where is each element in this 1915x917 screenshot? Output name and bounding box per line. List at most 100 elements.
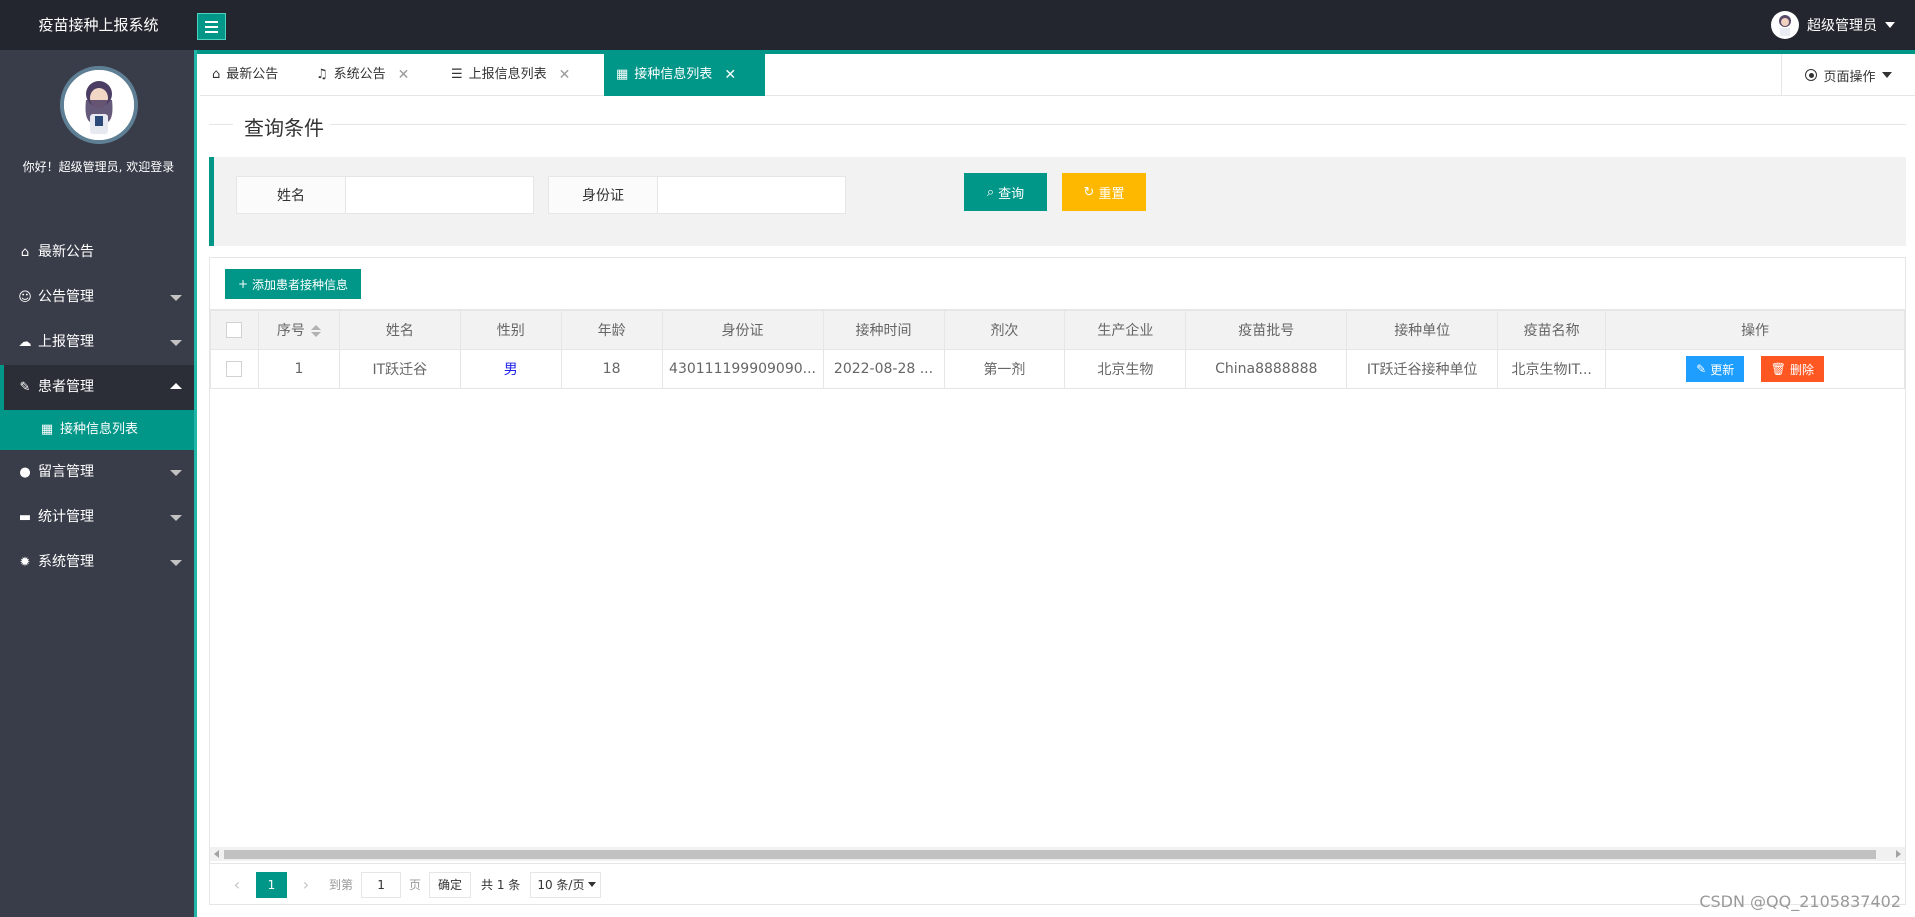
sidebar-item-label: 系统管理 — [38, 554, 94, 570]
home-icon: ⌂ — [212, 67, 221, 82]
scroll-left-icon[interactable] — [214, 850, 219, 858]
add-vaccination-button[interactable]: + 添加患者接种信息 — [225, 269, 361, 299]
cell-time: 2022-08-28 ... — [822, 349, 945, 389]
tab-report-list[interactable]: ☰ 上报信息列表 ✕ — [439, 54, 594, 96]
sidebar-subitem-vaccination-list[interactable]: ▦ 接种信息列表 — [0, 410, 194, 450]
chat-icon: ● — [19, 465, 31, 480]
sidebar-item-label: 最新公告 — [38, 244, 94, 260]
chevron-down-icon — [170, 515, 182, 521]
page-size-value: 10 条/页 — [537, 878, 585, 892]
total-count: 共 1 条 — [481, 878, 521, 892]
menu-toggle-button[interactable] — [197, 13, 226, 40]
close-icon[interactable]: ✕ — [398, 54, 410, 96]
row-checkbox[interactable] — [226, 361, 243, 377]
sidebar-item-notice-management[interactable]: ☺ 公告管理 — [0, 275, 194, 320]
top-header: 疫苗接种上报系统 超级管理员 — [0, 0, 1915, 50]
chevron-down-icon — [170, 470, 182, 476]
goto-confirm-button[interactable]: 确定 — [429, 871, 472, 898]
sidebar-item-system-management[interactable]: ✹ 系统管理 — [0, 540, 194, 585]
tab-label: 最新公告 — [226, 67, 279, 82]
user-menu[interactable]: 超级管理员 — [1771, 0, 1895, 50]
name-input[interactable] — [345, 176, 534, 214]
chevron-down-icon — [588, 882, 597, 887]
sidebar-item-message-management[interactable]: ● 留言管理 — [0, 450, 194, 495]
search-button[interactable]: ⌕ 查询 — [964, 173, 1047, 211]
app-title: 疫苗接种上报系统 — [38, 16, 159, 34]
column-header: 年龄 — [560, 310, 663, 350]
column-header[interactable]: 序号 — [257, 310, 340, 350]
cell-age: 18 — [560, 349, 663, 389]
pagination: ‹ 1 › 到第 1 页 确定 共 1 条 10 条/页 — [210, 863, 1905, 905]
horizontal-scrollbar[interactable] — [210, 847, 1905, 861]
watermark: CSDN @QQ_2105837402 — [1699, 892, 1901, 911]
target-icon — [1805, 69, 1818, 81]
tab-system-notice[interactable]: ♫ 系统公告 ✕ — [304, 54, 426, 96]
close-icon[interactable]: ✕ — [724, 54, 736, 96]
close-icon[interactable]: ✕ — [559, 54, 571, 96]
table-icon: ▦ — [40, 422, 54, 437]
name-label: 姓名 — [236, 176, 346, 214]
page-size-select[interactable]: 10 条/页 — [530, 871, 602, 898]
chevron-down-icon — [1881, 72, 1892, 78]
user-name: 超级管理员 — [1807, 18, 1877, 34]
search-panel: 姓名 身份证 ⌕ 查询 ↻ 重置 — [209, 157, 1906, 246]
goto-label: 到第 — [329, 878, 354, 892]
column-header: 接种单位 — [1346, 310, 1499, 350]
sidebar-item-latest-notice[interactable]: ⌂ 最新公告 — [0, 230, 194, 275]
refresh-icon: ↻ — [1083, 184, 1095, 200]
column-header: 操作 — [1605, 310, 1905, 350]
page-operations-dropdown[interactable]: 页面操作 — [1781, 54, 1915, 96]
current-page[interactable]: 1 — [256, 871, 287, 898]
search-button-label: 查询 — [998, 186, 1025, 202]
cloud-upload-icon: ☁ — [18, 335, 32, 350]
next-page-icon[interactable]: › — [293, 875, 319, 894]
gear-icon: ✹ — [19, 555, 31, 570]
cell-maker: 北京生物 — [1064, 349, 1187, 389]
cell-vaccine: 北京生物IT... — [1497, 349, 1607, 389]
tab-latest-notice[interactable]: ⌂ 最新公告 — [200, 54, 304, 96]
column-header: 疫苗名称 — [1497, 310, 1607, 350]
search-icon: ⌕ — [986, 184, 995, 200]
vaccination-table: 序号 姓名 性别 年龄 身份证 接种时间 剂次 生产企业 疫苗批号 接种单位 疫… — [210, 310, 1905, 389]
delete-button[interactable]: 🗑 删除 — [1760, 356, 1824, 382]
sidebar-item-statistics-management[interactable]: ▬ 统计管理 — [0, 495, 194, 540]
column-header: 姓名 — [338, 310, 461, 350]
sidebar-item-label: 患者管理 — [38, 379, 94, 395]
edit-button[interactable]: ✎ 更新 — [1686, 356, 1745, 382]
scrollbar-thumb[interactable] — [224, 850, 1876, 859]
id-card-input[interactable] — [657, 176, 846, 214]
tab-label: 上报信息列表 — [468, 67, 547, 82]
edit-note-icon: ✎ — [19, 380, 31, 395]
pencil-icon: ✎ — [1696, 362, 1707, 376]
delete-button-label: 删除 — [1789, 362, 1814, 377]
chevron-down-icon — [170, 560, 182, 566]
scroll-right-icon[interactable] — [1896, 850, 1901, 858]
home-icon: ⌂ — [20, 245, 30, 260]
sidebar-item-report-management[interactable]: ☁ 上报管理 — [0, 320, 194, 365]
tab-label: 接种信息列表 — [634, 67, 713, 82]
list-icon: ☰ — [451, 67, 463, 82]
chevron-down-icon — [1885, 22, 1895, 28]
prev-page-icon[interactable]: ‹ — [224, 875, 250, 894]
user-avatar — [1771, 11, 1799, 39]
column-header: 疫苗批号 — [1185, 310, 1348, 350]
goto-page-input[interactable]: 1 — [361, 871, 402, 898]
table-toolbar: + 添加患者接种信息 — [210, 258, 1905, 310]
sort-icon[interactable] — [310, 325, 321, 337]
reset-button[interactable]: ↻ 重置 — [1062, 173, 1146, 211]
cell-actions: ✎ 更新 🗑 删除 — [1605, 349, 1905, 389]
cell-gender: 男 — [459, 349, 562, 389]
reset-button-label: 重置 — [1098, 186, 1125, 202]
table-icon: ▦ — [616, 67, 629, 82]
chevron-up-icon — [170, 383, 182, 389]
select-all-checkbox[interactable] — [226, 322, 243, 338]
tab-label: 系统公告 — [333, 67, 386, 82]
tab-vaccination-list[interactable]: ▦ 接种信息列表 ✕ — [604, 54, 765, 96]
sidebar-item-label: 公告管理 — [38, 289, 94, 305]
sidebar-subitem-label: 接种信息列表 — [60, 422, 139, 437]
sidebar-nav: ⌂ 最新公告 ☺ 公告管理 ☁ 上报管理 ✎ 患者管理 ▦ 接种信息列表 ● 留… — [0, 230, 194, 585]
sidebar-item-patient-management[interactable]: ✎ 患者管理 — [0, 365, 194, 410]
hamburger-icon — [205, 20, 218, 23]
sidebar: 你好！超级管理员, 欢迎登录 ⌂ 最新公告 ☺ 公告管理 ☁ 上报管理 ✎ 患者… — [0, 50, 197, 917]
column-header: 性别 — [459, 310, 562, 350]
